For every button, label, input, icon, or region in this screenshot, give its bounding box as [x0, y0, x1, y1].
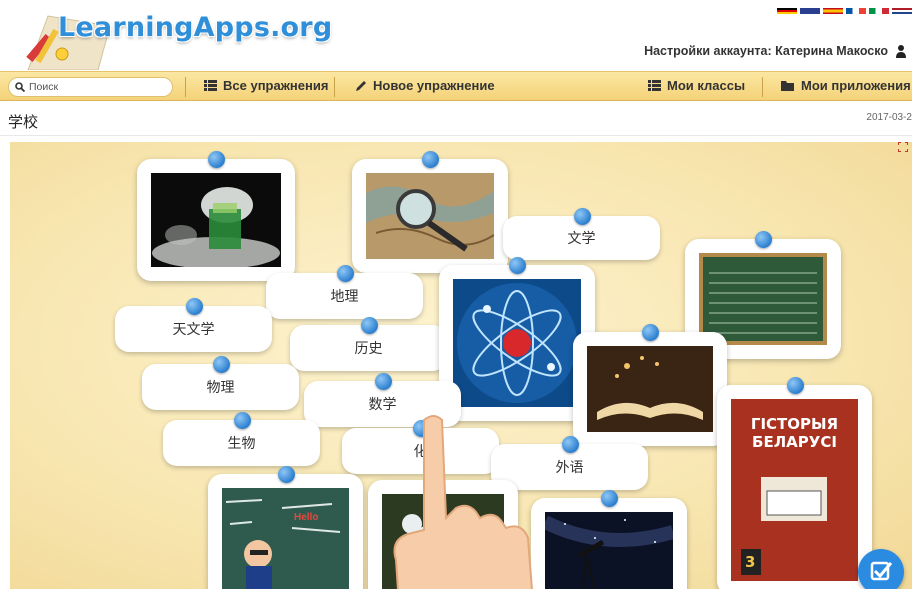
my-apps-label[interactable]: Мои приложения	[801, 78, 911, 93]
label-text: 地理	[330, 289, 359, 305]
my-classes-link[interactable]: Мои классы	[648, 78, 745, 93]
check-icon	[870, 561, 893, 581]
card-history-image[interactable]: ГІСТОРЫЯ БЕЛАРУСІ 3	[717, 377, 872, 589]
search-icon	[15, 82, 25, 92]
folder-icon	[781, 81, 794, 91]
pin-handle[interactable]	[208, 151, 225, 168]
title-row: 学校 2017-03-2	[0, 102, 912, 136]
label-astronomy[interactable]: 天文学	[115, 298, 272, 352]
pin-handle[interactable]	[786, 377, 804, 394]
language-flags	[777, 8, 912, 14]
page-date: 2017-03-2	[866, 112, 912, 123]
label-physics[interactable]: 物理	[142, 356, 299, 410]
telescope-photo	[545, 512, 673, 589]
pencil-icon	[356, 80, 366, 91]
card-chemistry-image[interactable]	[137, 151, 295, 281]
book-cover-title: ГІСТОРЫЯ БЕЛАРУСІ	[750, 415, 839, 451]
pin-handle[interactable]	[422, 151, 439, 168]
flag-it-icon[interactable]	[869, 8, 889, 14]
pin-handle[interactable]	[212, 356, 230, 373]
user-icon[interactable]	[896, 44, 906, 58]
pin-handle[interactable]	[601, 490, 618, 507]
toolbar-divider	[185, 77, 186, 97]
search-box[interactable]	[8, 77, 173, 97]
new-exercise-label[interactable]: Новое упражнение	[373, 78, 495, 93]
search-input[interactable]	[29, 81, 169, 93]
header: LearningApps.org Настройки аккаунта: Кат…	[0, 0, 912, 70]
card-language-image[interactable]: Hello	[208, 466, 363, 589]
pin-handle[interactable]	[509, 257, 526, 274]
book-cover-number: 3	[745, 553, 756, 571]
label-history[interactable]: 历史	[290, 317, 447, 371]
pin-handle[interactable]	[642, 324, 659, 341]
label-literature[interactable]: 文学	[503, 208, 660, 260]
hello-word: Hello	[294, 512, 319, 523]
toolbar-divider	[762, 77, 763, 97]
card-literature-image[interactable]	[573, 324, 727, 446]
blackboard-photo	[699, 253, 827, 345]
pin-handle[interactable]	[336, 265, 354, 282]
label-text: 天文学	[172, 322, 215, 338]
flag-nl-icon[interactable]	[892, 8, 912, 14]
label-text: 历史	[354, 341, 383, 357]
new-exercise-link[interactable]: Новое упражнение	[355, 78, 495, 93]
atom-photo	[453, 279, 581, 407]
all-exercises-label[interactable]: Все упражнения	[223, 78, 328, 93]
account-label[interactable]: Настройки аккаунта: Катерина Макоско	[644, 44, 888, 58]
pointing-hand-icon	[393, 415, 533, 589]
pin-handle[interactable]	[755, 231, 772, 248]
pin-handle[interactable]	[360, 317, 378, 334]
pin-handle[interactable]	[561, 436, 579, 453]
grid-icon	[204, 80, 217, 91]
check-answers-button[interactable]	[858, 549, 904, 589]
pin-handle[interactable]	[233, 412, 251, 429]
label-text: 生物	[227, 436, 256, 452]
map-magnifier-photo	[366, 173, 494, 259]
toolbar-divider	[334, 77, 335, 97]
pin-handle[interactable]	[573, 208, 591, 225]
pin-handle[interactable]	[277, 466, 295, 483]
label-geography[interactable]: 地理	[266, 265, 423, 319]
label-text: 物理	[206, 380, 235, 396]
main-toolbar: Все упражнения Новое упражнение Мои клас…	[0, 71, 912, 101]
open-book-photo	[587, 346, 713, 432]
fullscreen-icon[interactable]	[898, 142, 908, 152]
boy-chalkboard-photo	[222, 488, 349, 589]
logo-text[interactable]: LearningApps.org	[58, 12, 332, 43]
all-exercises-link[interactable]: Все упражнения	[204, 78, 328, 93]
my-apps-link[interactable]: Мои приложения	[781, 78, 911, 93]
chemistry-photo	[151, 173, 281, 267]
flag-es-icon[interactable]	[823, 8, 843, 14]
exercise-board: 文学 地理 天文学 历史 物理 数学 ГІСТОРЫЯ БЕЛАРУСІ 3 生…	[10, 142, 912, 589]
flag-de-icon[interactable]	[777, 8, 797, 14]
pin-handle[interactable]	[185, 298, 203, 315]
flag-fr-icon[interactable]	[846, 8, 866, 14]
label-text: 文学	[567, 231, 596, 247]
my-classes-label[interactable]: Мои классы	[667, 78, 745, 93]
pin-handle[interactable]	[374, 373, 392, 390]
list-icon	[648, 80, 661, 91]
label-biology[interactable]: 生物	[163, 412, 320, 466]
page-title: 学校	[8, 113, 39, 131]
card-geography-image[interactable]	[352, 151, 508, 273]
card-physics-image[interactable]	[439, 257, 595, 421]
account-settings-link[interactable]: Настройки аккаунта: Катерина Макоско	[644, 44, 906, 58]
flag-uk-icon[interactable]	[800, 8, 820, 14]
